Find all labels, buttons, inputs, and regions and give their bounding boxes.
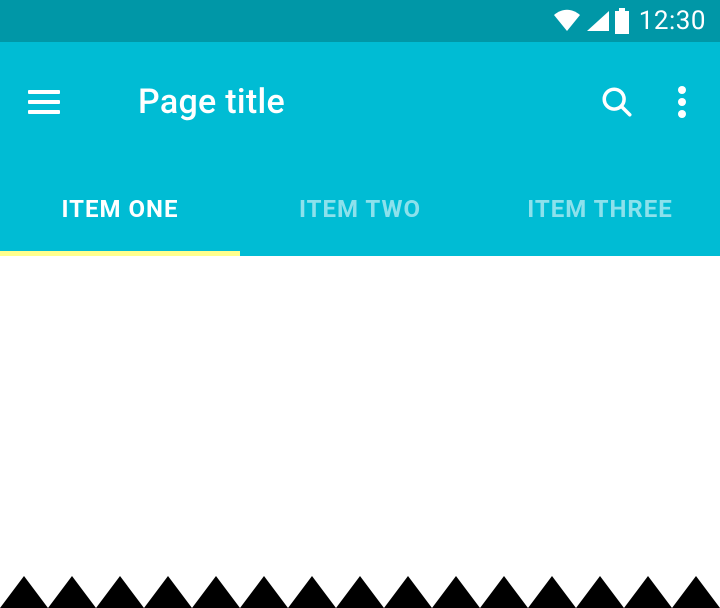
cellular-icon	[585, 9, 611, 33]
tab-label: ITEM THREE	[527, 195, 673, 223]
status-clock: 12:30	[639, 6, 706, 36]
battery-icon	[614, 8, 630, 34]
wifi-icon	[552, 9, 582, 33]
menu-icon[interactable]	[28, 90, 60, 114]
content-area	[0, 256, 720, 608]
search-icon[interactable]	[600, 85, 634, 119]
tab-bar: ITEM ONE ITEM TWO ITEM THREE	[0, 162, 720, 256]
tab-item-three[interactable]: ITEM THREE	[480, 162, 720, 256]
more-icon[interactable]	[678, 86, 686, 118]
tab-label: ITEM TWO	[299, 195, 421, 223]
tab-label: ITEM ONE	[61, 195, 178, 223]
status-bar: 12:30	[0, 0, 720, 42]
app-bar: Page title	[0, 42, 720, 162]
page-title: Page title	[138, 82, 285, 122]
tab-item-one[interactable]: ITEM ONE	[0, 162, 240, 256]
tab-item-two[interactable]: ITEM TWO	[240, 162, 480, 256]
